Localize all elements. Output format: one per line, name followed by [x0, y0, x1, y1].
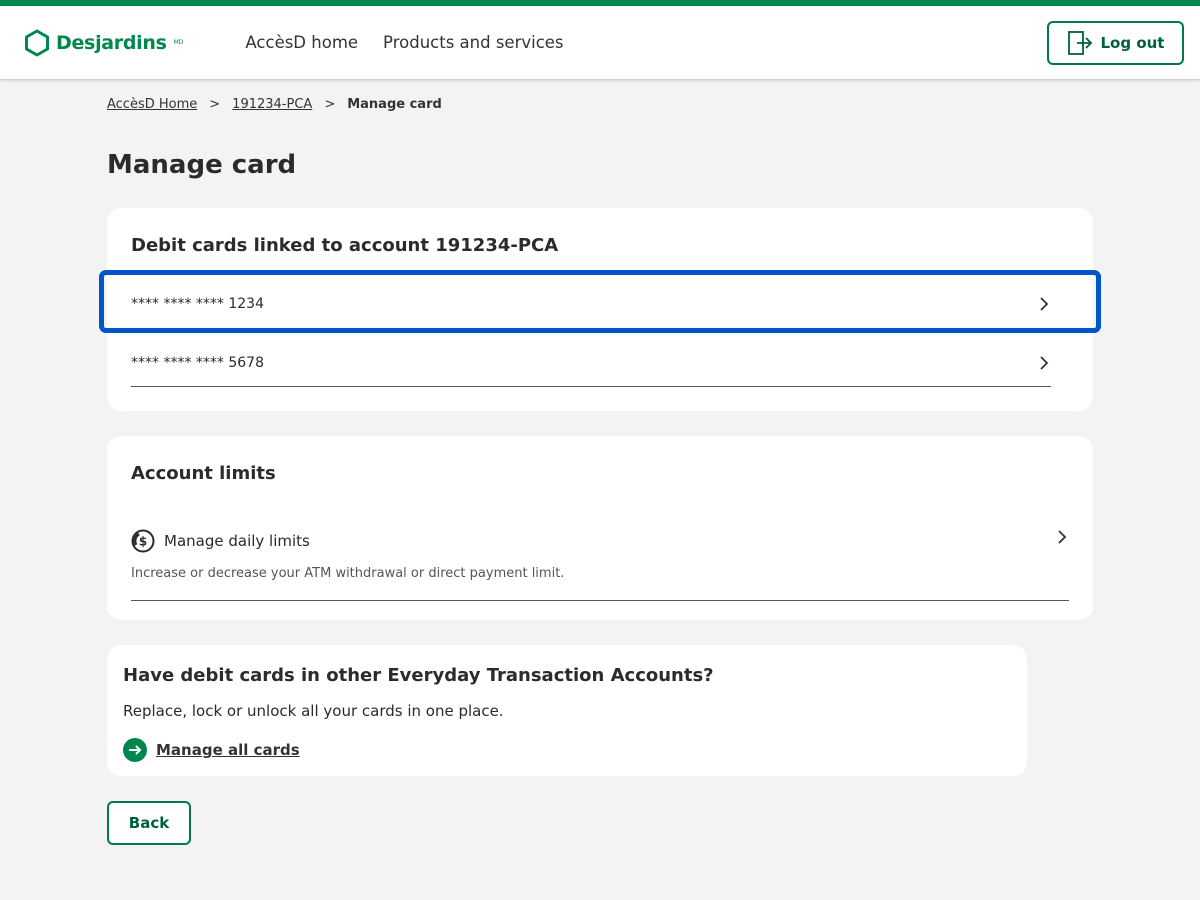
other-accounts-title: Have debit cards in other Everyday Trans… [123, 665, 714, 686]
manage-daily-limits-row[interactable]: $ Manage daily limits Increase or decrea… [131, 526, 1069, 601]
debit-cards-title: Debit cards linked to account 191234-PCA [131, 235, 559, 256]
breadcrumb-current: Manage card [347, 97, 442, 112]
desjardins-hexagon-icon [25, 29, 49, 56]
manage-daily-limits-description: Increase or decrease your ATM withdrawal… [131, 566, 565, 581]
chevron-right-icon [1040, 355, 1049, 370]
debit-card-row[interactable]: **** **** **** 1234 [131, 283, 1051, 325]
logo-trademark: MD [173, 39, 184, 46]
logo-text: Desjardins [56, 31, 167, 54]
svg-text:$: $ [139, 535, 147, 549]
manage-daily-limits-label: Manage daily limits [164, 532, 310, 550]
nav-accesd-home[interactable]: AccèsD home [245, 33, 358, 52]
breadcrumb-separator-icon: > [209, 97, 221, 112]
dollar-circle-icon: $ [131, 529, 155, 553]
card-number: **** **** **** 1234 [131, 296, 264, 312]
other-accounts-panel: Have debit cards in other Everyday Trans… [107, 645, 1027, 776]
chevron-right-icon [1040, 297, 1049, 311]
account-limits-panel: Account limits $ Manage daily limits Inc… [107, 436, 1093, 620]
account-limits-title: Account limits [131, 463, 276, 484]
arrow-right-circle-icon [123, 738, 147, 762]
page-title: Manage card [107, 150, 297, 180]
breadcrumb-account[interactable]: 191234-PCA [232, 97, 312, 112]
site-header: Desjardins MD AccèsD home Products and se… [0, 6, 1200, 80]
other-accounts-description: Replace, lock or unlock all your cards i… [123, 702, 504, 720]
debit-card-row[interactable]: **** **** **** 5678 [131, 339, 1051, 387]
breadcrumb-separator-icon: > [324, 97, 336, 112]
logout-label: Log out [1100, 34, 1165, 52]
manage-all-cards-label: Manage all cards [156, 741, 300, 759]
back-button[interactable]: Back [107, 801, 191, 845]
breadcrumb: AccèsD Home > 191234-PCA > Manage card [107, 97, 442, 112]
card-number: **** **** **** 5678 [131, 354, 264, 371]
nav-products-services[interactable]: Products and services [383, 33, 563, 52]
desjardins-logo[interactable]: Desjardins MD [24, 29, 183, 57]
chevron-right-icon [1058, 530, 1067, 544]
logout-door-icon [1067, 31, 1092, 55]
debit-cards-panel: Debit cards linked to account 191234-PCA… [99, 208, 1101, 411]
logout-button[interactable]: Log out [1047, 21, 1184, 65]
main-nav: AccèsD home Products and services [245, 33, 563, 52]
manage-all-cards-link[interactable]: Manage all cards [123, 738, 300, 762]
breadcrumb-accesd-home[interactable]: AccèsD Home [107, 97, 197, 112]
